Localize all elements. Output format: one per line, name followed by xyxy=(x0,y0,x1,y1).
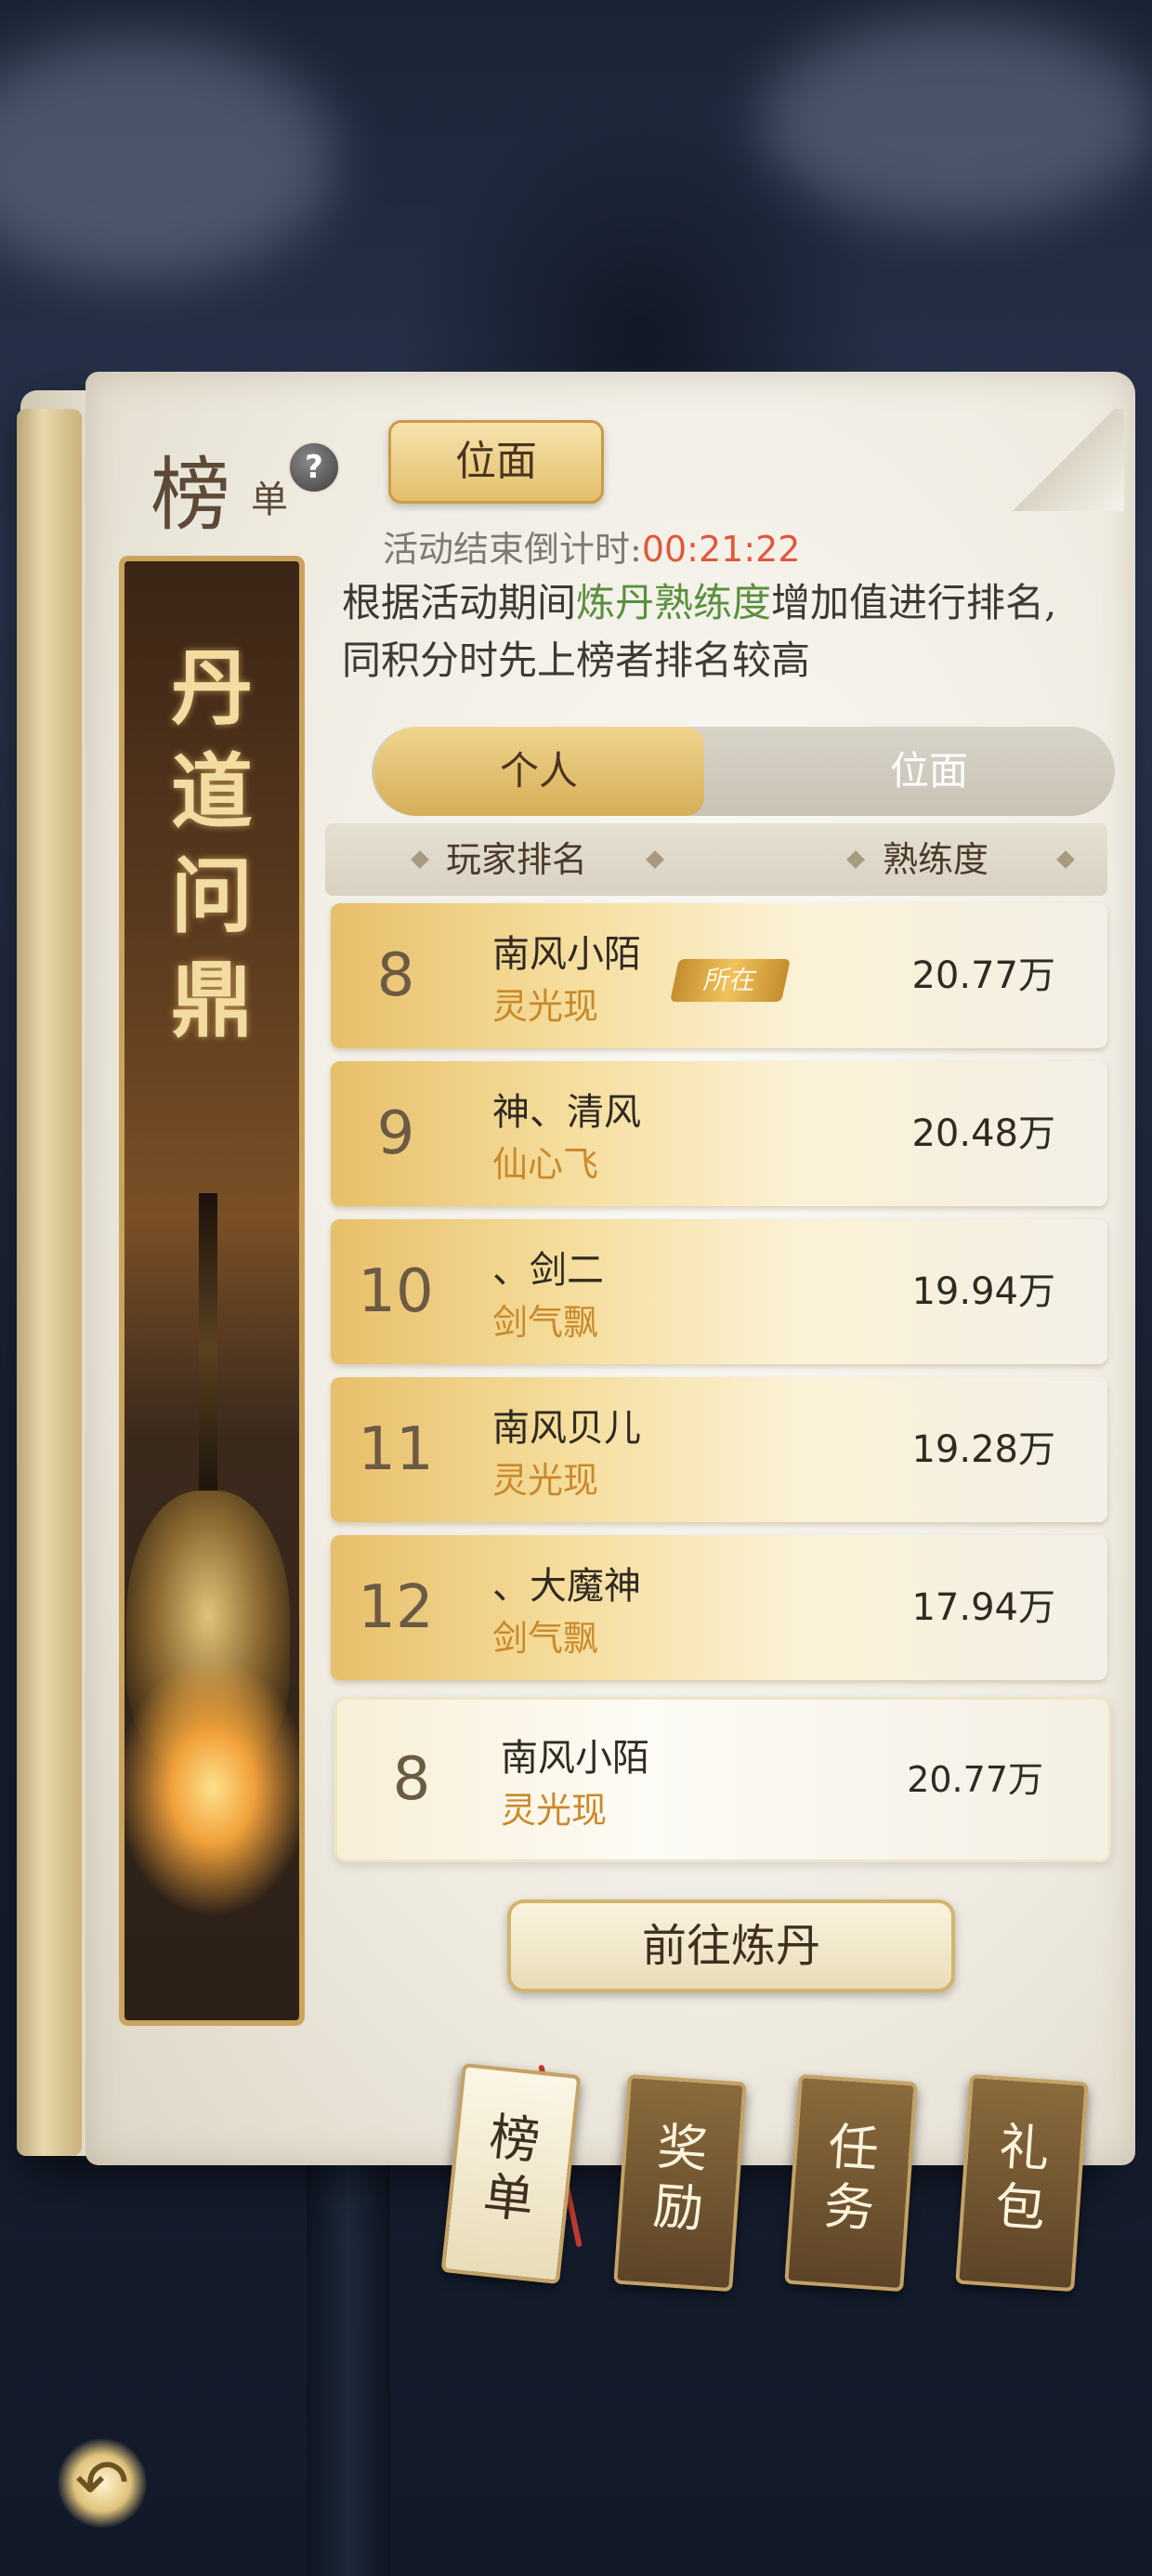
row-rank: 11 xyxy=(358,1415,434,1484)
row-player-title: 灵光现 xyxy=(492,1460,599,1501)
diamond-icon xyxy=(646,850,664,869)
board-title-sub: 单 xyxy=(251,479,288,521)
ranking-description: 根据活动期间炼丹熟练度增加值进行排名,同积分时先上榜者排名较高 xyxy=(342,574,1067,690)
row-score: 20.77万 xyxy=(911,954,1055,997)
tab-plane[interactable]: 位面 xyxy=(743,727,1115,816)
countdown: 活动结束倒计时:00:21:22 xyxy=(383,520,800,572)
background-pillar xyxy=(307,2137,390,2576)
row-player-name: 南风小陌 xyxy=(492,933,641,976)
current-player-badge: 所在 xyxy=(670,959,791,1002)
row-player-name: 、大魔神 xyxy=(492,1565,641,1608)
tab-task[interactable]: 任务 xyxy=(784,2073,918,2293)
my-ranking-row: 8 南风小陌 灵光现 20.77万 xyxy=(334,1697,1111,1862)
row-player-title: 剑气飘 xyxy=(492,1618,599,1659)
question-icon[interactable]: ? xyxy=(288,441,340,493)
ranking-row[interactable]: 11 南风贝儿 灵光现 19.28万 xyxy=(331,1377,1107,1522)
ranking-row[interactable]: 9 神、清风 仙心飞 20.48万 xyxy=(331,1061,1107,1206)
description-highlight: 炼丹熟练度 xyxy=(576,580,772,625)
row-player-name: 神、清风 xyxy=(492,1091,641,1134)
plane-button[interactable]: 位面 xyxy=(388,420,604,504)
row-rank: 9 xyxy=(376,1099,415,1168)
countdown-timer: 00:21:22 xyxy=(641,529,801,570)
my-player-name: 南风小陌 xyxy=(501,1737,649,1780)
diamond-icon xyxy=(411,850,429,869)
tab-personal[interactable]: 个人 xyxy=(373,727,704,816)
banner-title: 丹道问鼎 xyxy=(170,639,253,1048)
row-rank: 10 xyxy=(358,1257,434,1326)
row-player-title: 仙心飞 xyxy=(492,1144,599,1185)
page-curl xyxy=(1003,409,1124,511)
tab-task-label: 任务 xyxy=(822,2117,881,2239)
my-rank: 8 xyxy=(392,1745,431,1814)
fire-glow xyxy=(124,1658,299,1918)
book-spine xyxy=(17,409,82,2156)
back-arrow-icon[interactable]: ↶ xyxy=(58,2438,147,2528)
diamond-icon xyxy=(1056,850,1075,869)
pagoda-illustration xyxy=(199,1193,217,1500)
tab-gift[interactable]: 礼包 xyxy=(955,2073,1089,2293)
ranking-row[interactable]: 8 南风小陌 灵光现 所在 20.77万 xyxy=(331,903,1107,1048)
row-score: 19.94万 xyxy=(911,1270,1055,1313)
my-score: 20.77万 xyxy=(907,1759,1043,1800)
event-banner: 丹道问鼎 xyxy=(119,556,305,2026)
row-player-title: 剑气飘 xyxy=(492,1302,599,1343)
tab-ranking-label: 榜单 xyxy=(480,2107,543,2230)
go-alchemy-button[interactable]: 前往炼丹 xyxy=(507,1899,955,1992)
tab-reward[interactable]: 奖励 xyxy=(613,2073,747,2293)
row-rank: 12 xyxy=(358,1573,434,1642)
background-cloud xyxy=(0,37,334,279)
my-player-title: 灵光现 xyxy=(501,1790,608,1831)
row-score: 20.48万 xyxy=(911,1112,1055,1155)
countdown-label: 活动结束倒计时: xyxy=(383,529,642,570)
ranking-row[interactable]: 10 、剑二 剑气飘 19.94万 xyxy=(331,1219,1107,1364)
row-rank: 8 xyxy=(376,941,415,1010)
row-score: 17.94万 xyxy=(911,1586,1055,1629)
tab-ranking[interactable]: 榜单 xyxy=(440,2062,582,2285)
row-player-name: 南风贝儿 xyxy=(492,1407,641,1450)
diamond-icon xyxy=(846,850,865,869)
description-text: 根据活动期间 xyxy=(342,580,577,625)
tab-gift-label: 礼包 xyxy=(993,2117,1052,2239)
row-player-title: 灵光现 xyxy=(492,986,599,1027)
ranking-row[interactable]: 12 、大魔神 剑气飘 17.94万 xyxy=(331,1535,1107,1680)
row-player-name: 、剑二 xyxy=(492,1249,604,1292)
tab-reward-label: 奖励 xyxy=(651,2117,710,2239)
board-title: 榜 xyxy=(151,449,232,542)
column-proficiency: 熟练度 xyxy=(883,839,989,880)
column-player-rank: 玩家排名 xyxy=(446,839,588,880)
ranking-column-header: 玩家排名 熟练度 xyxy=(325,823,1107,896)
row-score: 19.28万 xyxy=(911,1428,1055,1471)
